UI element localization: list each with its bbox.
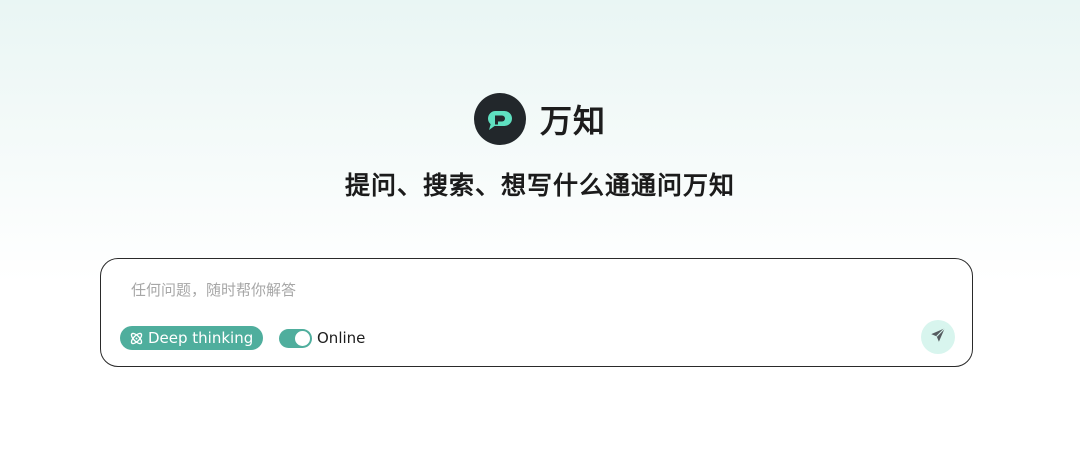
atom-icon — [129, 331, 144, 346]
online-toggle-group: Online — [279, 326, 365, 350]
brand-name: 万知 — [539, 102, 606, 140]
send-arrow-icon — [929, 326, 947, 348]
brand-header: 万知 — [0, 92, 1080, 146]
toggle-knob — [295, 330, 310, 346]
query-input[interactable] — [131, 277, 891, 303]
chat-composer: Deep thinking Online — [100, 258, 973, 367]
chat-bubble-logo-icon — [473, 93, 526, 145]
online-toggle[interactable] — [279, 328, 312, 348]
deep-thinking-button[interactable]: Deep thinking — [120, 326, 264, 350]
online-label: Online — [317, 329, 366, 347]
send-button[interactable] — [921, 320, 955, 354]
page-tagline: 提问、搜索、想写什么通通问万知 — [344, 171, 735, 200]
deep-thinking-label: Deep thinking — [148, 329, 254, 347]
